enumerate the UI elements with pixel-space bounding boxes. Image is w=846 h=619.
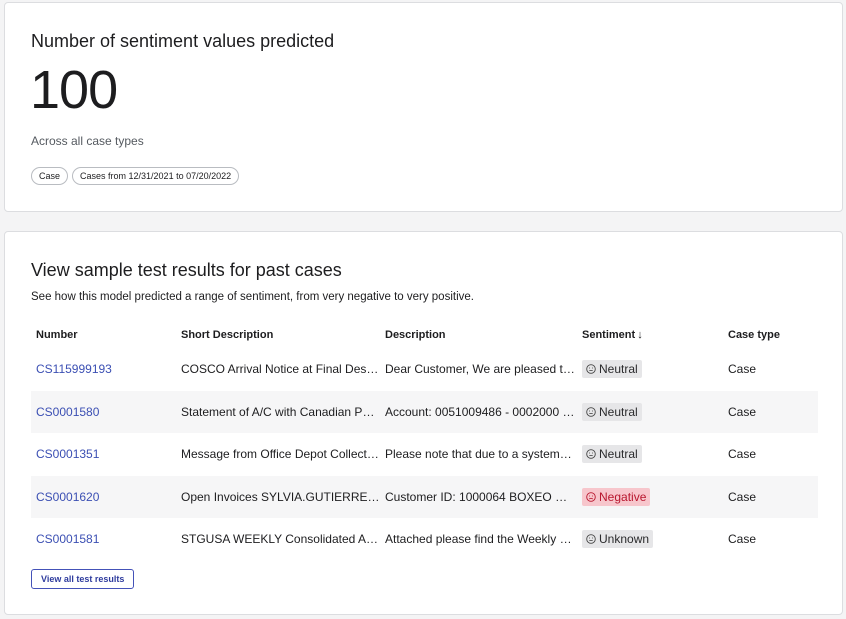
frown-face-icon <box>586 491 596 502</box>
sentiment-cell: Neutral <box>582 360 642 379</box>
column-header-sentiment[interactable]: Sentiment ↓ <box>582 329 643 341</box>
chip-date-range: Cases from 12/31/2021 to 07/20/2022 <box>72 167 240 185</box>
column-header-description[interactable]: Description <box>385 329 575 341</box>
sentiment-badge: Unknown <box>582 530 654 549</box>
case-type-cell: Case <box>728 489 757 504</box>
summary-subtitle: Across all case types <box>31 134 144 148</box>
neutral-face-icon <box>586 364 596 375</box>
case-number-link[interactable]: CS0001620 <box>36 490 99 504</box>
sentiment-cell: Neutral <box>582 445 642 464</box>
sentiment-label: Neutral <box>599 404 638 419</box>
summary-value: 100 <box>30 60 118 120</box>
description-cell: Dear Customer, We are pleased to inform … <box>385 362 575 377</box>
column-header-sentiment-label: Sentiment <box>582 329 636 341</box>
description-cell: Customer ID: 1000064 BOXEO GROUP invoice… <box>385 489 575 504</box>
case-number-link[interactable]: CS0001580 <box>36 405 99 419</box>
short-description-cell: Message from Office Depot Collections <box>181 447 381 462</box>
sentiment-label: Neutral <box>599 362 638 377</box>
description-cell: Account: 0051009486 - 0002000 statement <box>385 404 575 419</box>
sentiment-label: Negative <box>599 489 647 504</box>
sentiment-badge: Neutral <box>582 402 642 421</box>
short-description-cell: STGUSA WEEKLY Consolidated AR Report <box>181 532 381 547</box>
table-row: CS0001351 Message from Office Depot Coll… <box>31 433 818 476</box>
description-cell: Attached please find the Weekly Statemen… <box>385 532 575 547</box>
description-cell: Please note that due to a system update <box>385 447 575 462</box>
sentiment-badge: Neutral <box>582 360 642 379</box>
table-row: CS0001620 Open Invoices SYLVIA.GUTIERREZ… <box>31 475 818 518</box>
case-type-cell: Case <box>728 532 757 547</box>
table-header: Number Short Description Description Sen… <box>31 322 818 348</box>
case-number-link[interactable]: CS115999193 <box>36 362 112 376</box>
column-header-number[interactable]: Number <box>36 329 78 341</box>
results-card: View sample test results for past cases … <box>4 231 843 615</box>
results-table: Number Short Description Description Sen… <box>31 322 818 561</box>
results-subtitle: See how this model predicted a range of … <box>31 291 474 303</box>
neutral-face-icon <box>586 406 596 417</box>
case-number-link[interactable]: CS0001351 <box>36 447 99 461</box>
sentiment-label: Unknown <box>599 532 650 547</box>
table-row: CS0001580 Statement of A/C with Canadian… <box>31 390 818 433</box>
sentiment-cell: Negative <box>582 487 651 506</box>
sentiment-badge: Neutral <box>582 445 642 464</box>
chip-case-type: Case <box>31 167 69 185</box>
case-type-cell: Case <box>728 362 757 377</box>
neutral-face-icon <box>586 449 596 460</box>
results-title: View sample test results for past cases <box>31 260 342 280</box>
short-description-cell: Statement of A/C with Canadian Pacific <box>181 404 381 419</box>
table-row: CS0001581 STGUSA WEEKLY Consolidated AR … <box>31 518 818 561</box>
column-header-case-type[interactable]: Case type <box>728 329 780 341</box>
sentiment-label: Neutral <box>599 447 638 462</box>
sentiment-cell: Neutral <box>582 402 642 421</box>
short-description-cell: Open Invoices SYLVIA.GUTIERREZ, account <box>181 489 381 504</box>
filter-chips: Case Cases from 12/31/2021 to 07/20/2022 <box>31 167 240 185</box>
case-number-link[interactable]: CS0001581 <box>36 532 99 546</box>
summary-card: Number of sentiment values predicted 100… <box>4 2 843 212</box>
table-row: CS115999193 COSCO Arrival Notice at Fina… <box>31 348 818 391</box>
column-header-short-description[interactable]: Short Description <box>181 329 381 341</box>
sentiment-badge: Negative <box>582 487 651 506</box>
case-type-cell: Case <box>728 404 757 419</box>
sentiment-cell: Unknown <box>582 530 654 549</box>
summary-title: Number of sentiment values predicted <box>31 31 335 51</box>
short-description-cell: COSCO Arrival Notice at Final Destinatio… <box>181 362 381 377</box>
neutral-face-icon <box>586 534 596 545</box>
case-type-cell: Case <box>728 447 757 462</box>
arrow-down-icon: ↓ <box>637 329 643 341</box>
view-all-test-results-button[interactable]: View all test results <box>31 569 135 589</box>
